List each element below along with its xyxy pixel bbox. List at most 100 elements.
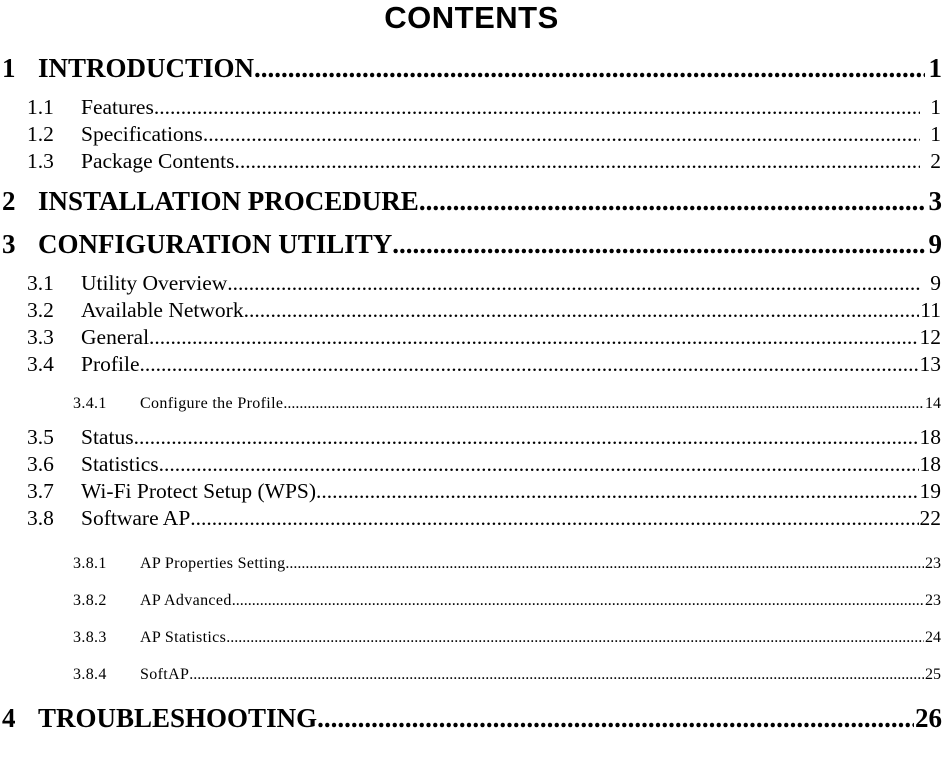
toc-entry-page-number: 14 bbox=[925, 395, 941, 412]
toc-entry-number: 2 bbox=[2, 186, 16, 216]
toc-entry-number: 3.4 bbox=[27, 352, 54, 376]
toc-entry-title: AP Statistics bbox=[140, 629, 227, 646]
toc-entry[interactable]: 1.1 Features.............................… bbox=[0, 94, 943, 121]
toc-entry-title: Wi-Fi Protect Setup (WPS) bbox=[81, 479, 317, 503]
toc-entry-page-number: 18 bbox=[919, 452, 942, 476]
toc-entry-number: 3.3 bbox=[27, 325, 54, 349]
toc-entry-page-number: 12 bbox=[919, 325, 942, 349]
toc-entry-title: Package Contents bbox=[81, 149, 235, 173]
toc-dot-leader: ........................................… bbox=[227, 271, 920, 295]
toc-entry-title: CONFIGURATION UTILITY bbox=[38, 229, 393, 259]
toc-entry[interactable]: 3.8.4 SoftAP.............................… bbox=[0, 664, 943, 686]
toc-dot-leader: ........................................… bbox=[226, 629, 924, 646]
toc-entry-title: INTRODUCTION bbox=[38, 53, 255, 83]
toc-entry-page-number: 26 bbox=[915, 703, 942, 733]
toc-entry-page-number: 22 bbox=[919, 506, 942, 530]
toc-dot-leader: ........................................… bbox=[202, 122, 920, 146]
toc-entry-number: 1.1 bbox=[27, 95, 54, 119]
toc-dot-leader: ........................................… bbox=[254, 53, 925, 83]
toc-entry[interactable]: 3.8.2 AP Advanced .......................… bbox=[0, 590, 943, 612]
toc-entry-number: 3.4.1 bbox=[73, 395, 107, 412]
toc-entry-title: Specifications bbox=[81, 122, 203, 146]
toc-entry-page-number: 2 bbox=[930, 149, 941, 173]
toc-entry-number: 1.3 bbox=[27, 149, 54, 173]
toc-entry-page-number: 23 bbox=[925, 592, 941, 609]
toc-entry[interactable]: 3.1 Utility Overview ....................… bbox=[0, 270, 943, 297]
toc-entry[interactable]: 3.4 Profile..............................… bbox=[0, 351, 943, 378]
toc-dot-leader: ........................................… bbox=[139, 352, 919, 376]
toc-entry-number: 3.8.1 bbox=[73, 555, 107, 572]
toc-entry[interactable]: 3.7 Wi-Fi Protect Setup (WPS)............… bbox=[0, 478, 943, 505]
toc-entry-title: INSTALLATION PROCEDURE bbox=[38, 186, 419, 216]
toc-entry-page-number: 1 bbox=[930, 122, 941, 146]
page-title: CONTENTS bbox=[384, 0, 559, 35]
toc-dot-leader: ........................................… bbox=[234, 149, 920, 173]
toc-dot-leader: ........................................… bbox=[285, 555, 924, 572]
toc-dot-leader: ........................................… bbox=[418, 186, 925, 216]
toc-entry-page-number: 3 bbox=[928, 186, 943, 216]
toc-entry[interactable]: 3.5 Status...............................… bbox=[0, 424, 943, 451]
toc-entry-number: 3 bbox=[2, 229, 16, 259]
toc-entry-page-number: 1 bbox=[930, 95, 941, 119]
toc-entry-title: Configure the Profile bbox=[140, 395, 284, 412]
toc-entry[interactable]: 3.8 Software AP .........................… bbox=[0, 505, 943, 532]
toc-entry[interactable]: 4 TROUBLESHOOTING .......................… bbox=[0, 701, 943, 735]
toc-dot-leader: ........................................… bbox=[283, 395, 924, 412]
toc-entry-page-number: 11 bbox=[920, 298, 941, 322]
toc-entry-number: 3.8.3 bbox=[73, 629, 107, 646]
toc-entry[interactable]: 3.8.1 AP Properties Setting .............… bbox=[0, 553, 943, 575]
toc-dot-leader: ........................................… bbox=[190, 506, 918, 530]
toc-entry-list: 1 INTRODUCTION...........................… bbox=[0, 51, 943, 735]
toc-entry[interactable]: 3.3 General..............................… bbox=[0, 324, 943, 351]
toc-entry[interactable]: 3.8.3 AP Statistics .....................… bbox=[0, 627, 943, 649]
toc-entry-title: Profile bbox=[81, 352, 140, 376]
toc-entry-title: AP Advanced bbox=[140, 592, 232, 609]
toc-entry-number: 1 bbox=[2, 53, 16, 83]
toc-entry[interactable]: 2 INSTALLATION PROCEDURE ................… bbox=[0, 184, 943, 218]
toc-dot-leader: ........................................… bbox=[158, 452, 919, 476]
toc-entry-page-number: 1 bbox=[928, 53, 943, 83]
toc-entry-number: 3.5 bbox=[27, 425, 54, 449]
toc-dot-leader: ........................................… bbox=[153, 95, 920, 119]
toc-dot-leader: ........................................… bbox=[231, 592, 924, 609]
toc-dot-leader: ........................................… bbox=[316, 479, 919, 503]
toc-entry-title: Status bbox=[81, 425, 134, 449]
toc-entry-number: 4 bbox=[2, 703, 16, 733]
toc-dot-leader: ........................................… bbox=[317, 703, 914, 733]
toc-dot-leader: ........................................… bbox=[133, 425, 919, 449]
toc-entry-title: TROUBLESHOOTING bbox=[38, 703, 318, 733]
toc-entry-page-number: 23 bbox=[925, 555, 941, 572]
toc-entry-page-number: 18 bbox=[919, 425, 942, 449]
toc-dot-leader: ........................................… bbox=[392, 229, 925, 259]
toc-entry-title: Statistics bbox=[81, 452, 159, 476]
toc-entry-title: AP Properties Setting bbox=[140, 555, 286, 572]
toc-entry-number: 3.8.2 bbox=[73, 592, 107, 609]
toc-entry-title: SoftAP bbox=[140, 666, 190, 683]
toc-entry-page-number: 25 bbox=[925, 666, 941, 683]
toc-entry-number: 3.6 bbox=[27, 452, 54, 476]
toc-dot-leader: ........................................… bbox=[149, 325, 918, 349]
toc-entry-number: 3.8 bbox=[27, 506, 54, 530]
toc-entry-page-number: 9 bbox=[928, 229, 943, 259]
toc-entry-number: 3.8.4 bbox=[73, 666, 107, 683]
toc-entry[interactable]: 3.4.1 Configure the Profile .............… bbox=[0, 393, 943, 415]
toc-entry-number: 3.7 bbox=[27, 479, 54, 503]
toc-entry-page-number: 24 bbox=[925, 629, 941, 646]
toc-entry-page-number: 13 bbox=[919, 352, 942, 376]
toc-entry[interactable]: 1 INTRODUCTION...........................… bbox=[0, 51, 943, 85]
toc-entry[interactable]: 3.2 Available Network ...................… bbox=[0, 297, 943, 324]
toc-entry-number: 3.1 bbox=[27, 271, 54, 295]
toc-entry-title: Features bbox=[81, 95, 154, 119]
toc-entry-title: General bbox=[81, 325, 150, 349]
toc-entry-title: Available Network bbox=[81, 298, 244, 322]
toc-entry[interactable]: 3 CONFIGURATION UTILITY .................… bbox=[0, 227, 943, 261]
toc-entry-title: Software AP bbox=[81, 506, 191, 530]
toc-entry-page-number: 9 bbox=[930, 271, 941, 295]
toc-entry-number: 3.2 bbox=[27, 298, 54, 322]
toc-page: CONTENTS 1 INTRODUCTION..................… bbox=[0, 0, 943, 780]
toc-dot-leader: ........................................… bbox=[243, 298, 920, 322]
toc-entry[interactable]: 1.3 Package Contents.....................… bbox=[0, 148, 943, 175]
toc-entry[interactable]: 3.6 Statistics ..........................… bbox=[0, 451, 943, 478]
toc-entry-number: 1.2 bbox=[27, 122, 54, 146]
toc-entry[interactable]: 1.2 Specifications.......................… bbox=[0, 121, 943, 148]
